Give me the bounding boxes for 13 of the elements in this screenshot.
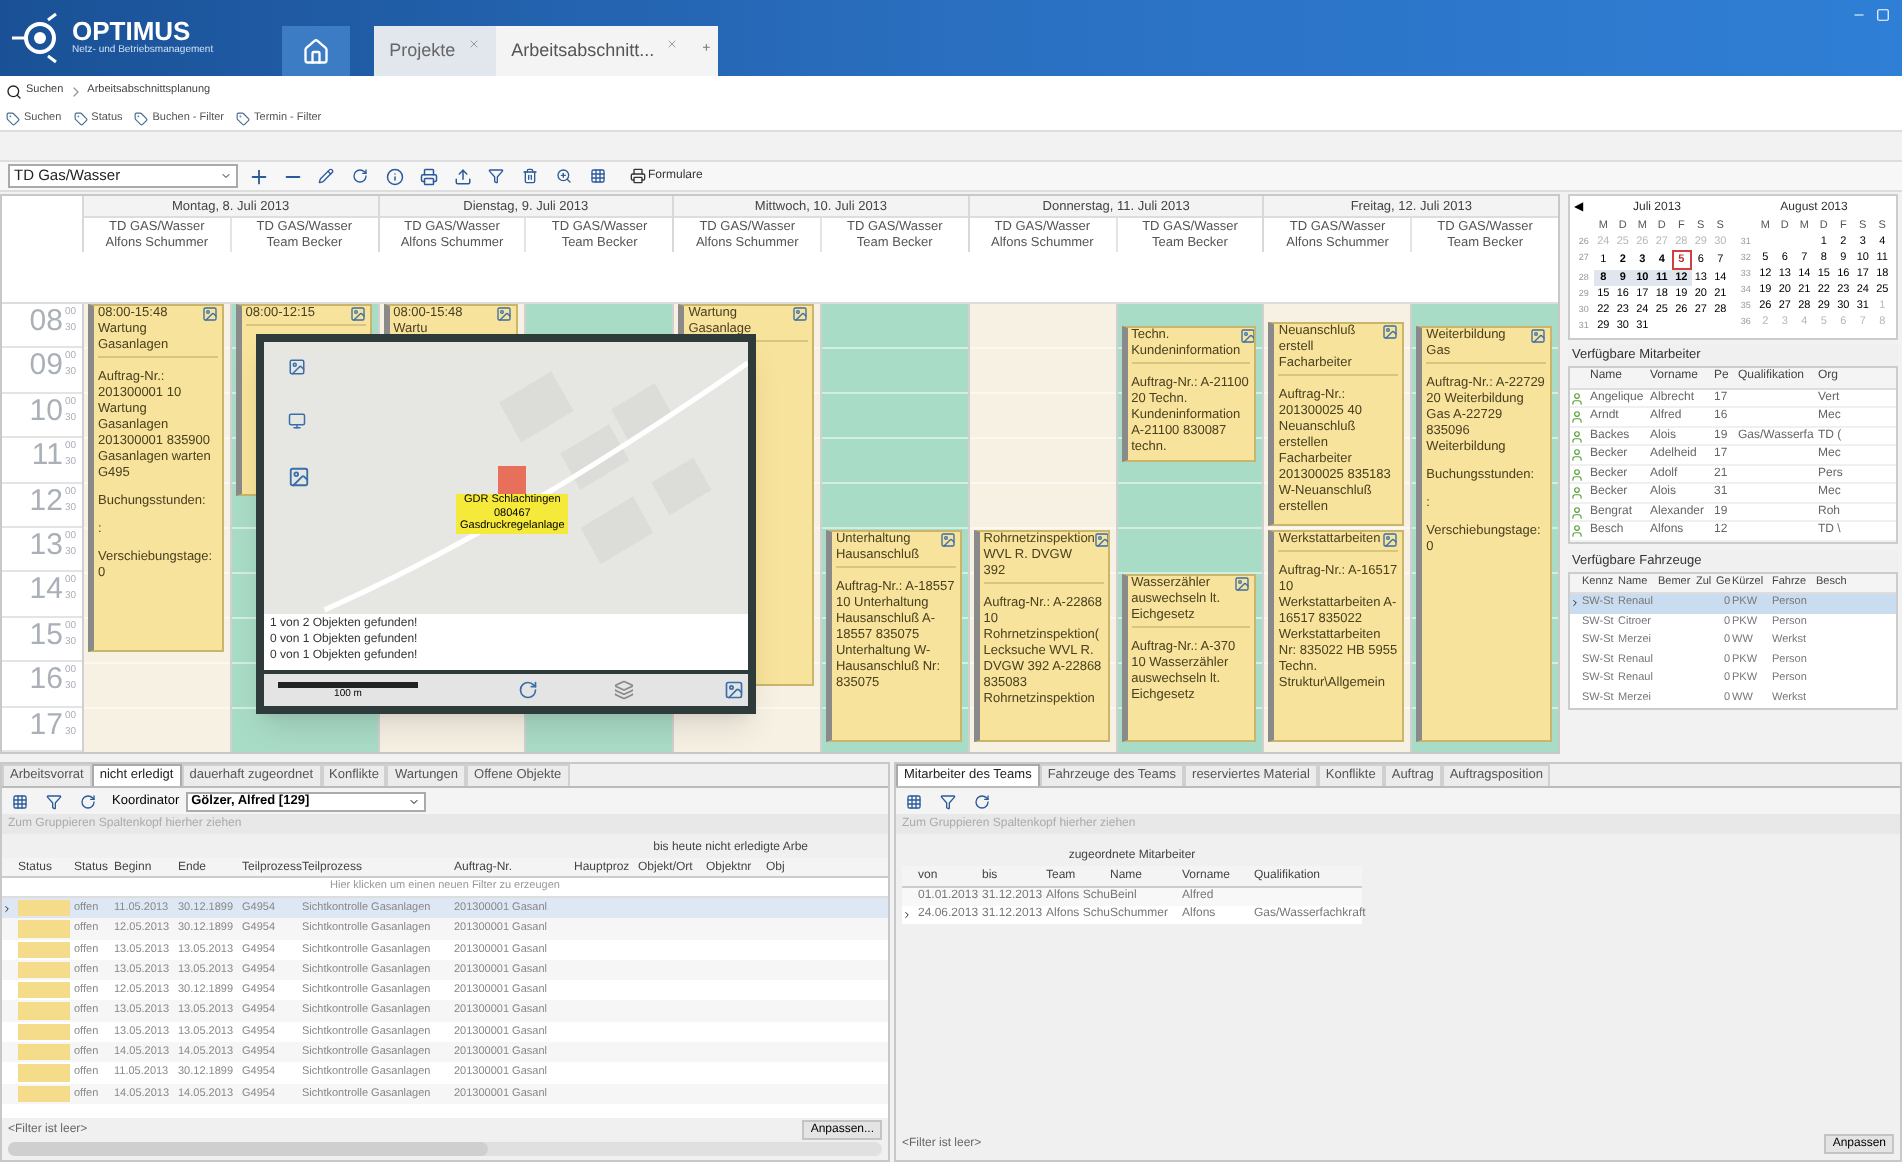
hour-label: 17 xyxy=(29,707,63,744)
hour-label: 14 xyxy=(29,572,63,609)
hour-label: 10 xyxy=(29,393,63,430)
hour-label: 12 xyxy=(29,483,63,520)
hour-label: 08 xyxy=(29,304,63,340)
hour-label: 15 xyxy=(29,617,63,654)
hour-label: 11 xyxy=(31,438,63,475)
hour-label: 09 xyxy=(29,348,63,385)
hour-label: 16 xyxy=(29,662,63,699)
hour-label: 13 xyxy=(29,528,63,565)
app-title: OPTIMUS xyxy=(72,18,191,44)
document-tab[interactable]: Arbeitsabschnitt... xyxy=(495,26,695,76)
document-tab[interactable]: Projekte xyxy=(373,26,496,76)
